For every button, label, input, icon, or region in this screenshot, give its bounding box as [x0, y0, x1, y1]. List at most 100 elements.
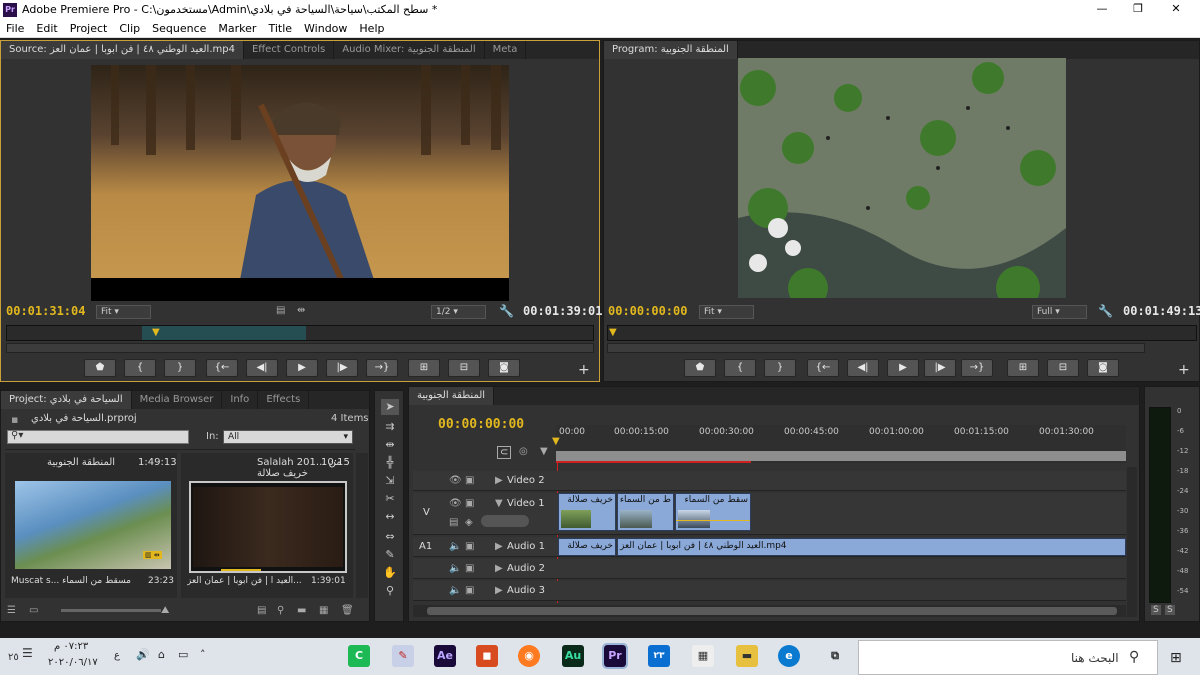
add-button-icon[interactable]: + [578, 362, 590, 378]
expand-triangle-icon[interactable]: ▶ [495, 563, 503, 574]
project-item-clip[interactable]: Salalah 201... من خريف صلالة 10:15 العيد… [181, 453, 353, 598]
minimize-icon[interactable]: — [1092, 2, 1112, 15]
lock-icon[interactable]: ▣ [465, 585, 474, 596]
new-item-icon[interactable]: ▦ [319, 605, 328, 616]
source-playhead-icon[interactable]: ▼ [152, 327, 160, 338]
tab-audio-mixer[interactable]: Audio Mixer: المنطقة الجنوبية [334, 41, 485, 59]
hand-tool-icon[interactable]: ✋ [381, 565, 399, 581]
menu-title[interactable]: Title [262, 20, 298, 35]
menu-marker[interactable]: Marker [212, 20, 262, 35]
program-playhead-icon[interactable]: ▼ [609, 327, 617, 338]
icon-view-icon[interactable]: ▭ [29, 605, 38, 616]
app-icon[interactable]: ◼ [476, 645, 498, 667]
tab-media-browser[interactable]: Media Browser [132, 391, 223, 409]
notification-icon[interactable]: ☰ [22, 646, 33, 660]
program-wrench-icon[interactable]: 🔧 [1098, 304, 1113, 318]
expand-triangle-icon[interactable]: ▶ [495, 475, 503, 486]
premiere-taskbar-icon[interactable]: Pr [602, 643, 628, 669]
edge-icon[interactable]: e [778, 645, 800, 667]
razor-tool-icon[interactable]: ✂ [381, 491, 399, 507]
go-to-out-button[interactable]: →} [366, 359, 398, 377]
program-mark-out-button[interactable]: } [764, 359, 796, 377]
speaker-icon[interactable]: 🔈 [449, 585, 461, 596]
firefox-icon[interactable]: ◉ [518, 645, 540, 667]
slip-tool-icon[interactable]: ↔ [381, 509, 399, 525]
rate-stretch-tool-icon[interactable]: ⇲ [381, 473, 399, 489]
project-item-sequence[interactable]: المنطقة الجنوبية 1:49:13 ▥ ⇹ Muscat s...… [5, 453, 177, 598]
film-icon[interactable]: ▤ [276, 305, 285, 316]
source-fit-dropdown[interactable]: Fit ▾ [96, 305, 151, 319]
export-frame-button[interactable]: ◙ [488, 359, 520, 377]
video-clip[interactable]: سقط من السماء [675, 493, 751, 531]
source-timecode-in[interactable]: 00:01:31:04 [6, 304, 85, 318]
audio-clip[interactable]: العيد الوطني ٤٨ | فن ابوبا | عمان العز.m… [617, 538, 1126, 556]
chevron-up-icon[interactable]: ˄ [200, 648, 206, 661]
speaker-icon[interactable]: 🔈 [449, 563, 461, 574]
menu-clip[interactable]: Clip [113, 20, 146, 35]
lock-icon[interactable]: ▣ [465, 541, 474, 552]
maximize-icon[interactable]: ❐ [1128, 2, 1148, 15]
tab-effects[interactable]: Effects [258, 391, 310, 409]
mountain-icon[interactable]: ⛰ [161, 605, 169, 616]
program-export-frame-button[interactable]: ◙ [1087, 359, 1119, 377]
tab-effect-controls[interactable]: Effect Controls [244, 41, 335, 59]
overwrite-button[interactable]: ⊟ [448, 359, 480, 377]
display-style-icon[interactable]: ▤ [449, 517, 458, 528]
store-icon[interactable]: ▦ [692, 645, 714, 667]
volume-icon[interactable]: 🔊 [136, 648, 150, 661]
notification-count[interactable]: ٢٥ [8, 652, 19, 663]
mail-icon[interactable]: ٢٣ [648, 645, 670, 667]
program-step-back-button[interactable]: ◀| [847, 359, 879, 377]
menu-project[interactable]: Project [64, 20, 114, 35]
collapse-triangle-icon[interactable]: ▼ [495, 498, 503, 509]
selection-tool-icon[interactable]: ➤ [381, 399, 399, 415]
menu-sequence[interactable]: Sequence [146, 20, 212, 35]
audition-icon[interactable]: Au [562, 645, 584, 667]
wrench-icon[interactable]: 🔧 [499, 304, 514, 318]
snap-icon[interactable]: ⊂ [497, 446, 512, 459]
taskbar-search-box[interactable]: البحث هنا ⚲ [858, 640, 1158, 675]
windows-start-icon[interactable]: ⊞ [1170, 650, 1182, 666]
program-timecode-in[interactable]: 00:00:00:00 [608, 304, 687, 318]
step-back-button[interactable]: ◀| [246, 359, 278, 377]
menu-help[interactable]: Help [353, 20, 390, 35]
tab-sequence[interactable]: المنطقة الجنوبية [409, 387, 495, 405]
keyframe-nav[interactable] [481, 515, 529, 527]
program-go-to-out-button[interactable]: →} [961, 359, 993, 377]
set-marker-icon[interactable]: ◎ [519, 446, 528, 457]
keyframe-icon[interactable]: ◈ [465, 517, 473, 528]
file-explorer-icon[interactable]: ▬ [736, 645, 758, 667]
solo-left-button[interactable]: S [1151, 605, 1161, 615]
tab-program[interactable]: Program: المنطقة الجنوبية [604, 41, 738, 59]
marker-button[interactable]: ⬟ [84, 359, 116, 377]
track-target-tag[interactable]: A1 [419, 541, 432, 552]
list-view-icon[interactable]: ☰ [7, 605, 16, 616]
project-scrollbar[interactable] [356, 453, 368, 598]
source-resolution-dropdown[interactable]: 1/2 ▾ [431, 305, 486, 319]
lock-icon[interactable]: ▣ [465, 563, 474, 574]
pen-tool-icon[interactable]: ✎ [381, 547, 399, 563]
timeline-vertical-scrollbar[interactable] [1127, 467, 1137, 617]
project-in-dropdown[interactable]: All ▾ [223, 430, 353, 444]
clock-date[interactable]: ٢٠٢٠/٠٦/١٧ [48, 657, 98, 668]
camtasia-icon[interactable]: C [348, 645, 370, 667]
find-icon[interactable]: ⚲ [277, 605, 284, 616]
input-language[interactable]: ع [114, 650, 120, 661]
program-scrub-bar[interactable]: ▼ [607, 325, 1197, 341]
mark-out-button[interactable]: } [164, 359, 196, 377]
program-play-button[interactable]: ▶ [887, 359, 919, 377]
extract-button[interactable]: ⊟ [1047, 359, 1079, 377]
video-clip[interactable]: ط من السماء [617, 493, 674, 531]
marker-icon[interactable]: ▼ [540, 446, 548, 457]
go-to-in-button[interactable]: {← [206, 359, 238, 377]
step-forward-button[interactable]: |▶ [326, 359, 358, 377]
timeline-playhead-icon[interactable]: ▼ [552, 436, 560, 447]
project-search-input[interactable]: ⚲▾ [7, 430, 189, 444]
program-go-to-in-button[interactable]: {← [807, 359, 839, 377]
program-mark-in-button[interactable]: { [724, 359, 756, 377]
menu-edit[interactable]: Edit [30, 20, 63, 35]
timeline-horizontal-scrollbar[interactable] [413, 605, 1126, 617]
program-zoom-bar[interactable] [607, 343, 1145, 353]
program-resolution-dropdown[interactable]: Full ▾ [1032, 305, 1087, 319]
ripple-edit-tool-icon[interactable]: ⇹ [381, 437, 399, 453]
